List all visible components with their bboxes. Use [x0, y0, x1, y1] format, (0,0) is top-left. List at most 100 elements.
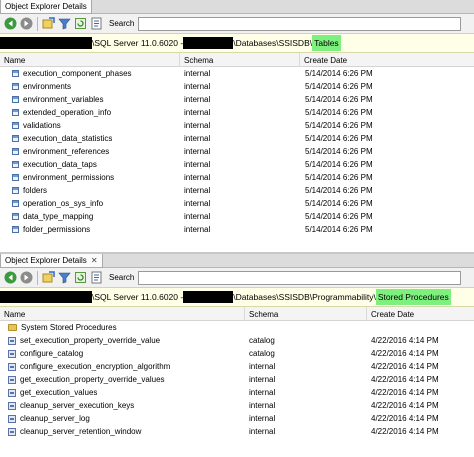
row-create-date: 4/22/2016 4:14 PM	[371, 349, 439, 358]
path-server-text: \SQL Server 11.0.6020 -	[92, 38, 184, 48]
row-create-date: 4/22/2016 4:14 PM	[371, 388, 439, 397]
row-schema: internal	[249, 388, 276, 397]
table-row[interactable]: cleanup_server_log internal 4/22/2016 4:14…	[0, 412, 474, 425]
column-header-schema[interactable]: Schema	[180, 53, 300, 67]
table-row[interactable]: validations internal 5/14/2014 6:26 PM	[0, 119, 474, 132]
column-header-name[interactable]: Name	[0, 307, 245, 321]
table-icon	[12, 148, 19, 155]
path-segment-text: \Databases\SSISDB\	[233, 38, 313, 48]
row-name: execution_data_taps	[23, 160, 97, 169]
tab-object-explorer-details[interactable]: Object Explorer Details	[0, 0, 92, 14]
row-schema: internal	[249, 375, 276, 384]
stored-procedure-icon	[8, 388, 16, 397]
folder-row-system-stored-procedures[interactable]: System Stored Procedures	[0, 321, 474, 334]
object-explorer-details-panel-tables: Object Explorer Details Search \SQL Serv…	[0, 0, 474, 250]
row-schema: internal	[249, 362, 276, 371]
forward-button[interactable]	[19, 270, 34, 285]
table-icon	[12, 135, 19, 142]
table-row[interactable]: execution_data_taps internal 5/14/2014 6:2…	[0, 158, 474, 171]
row-name: cleanup_server_execution_keys	[20, 401, 135, 410]
table-row[interactable]: execution_component_phases internal 5/14/2…	[0, 67, 474, 80]
table-row[interactable]: environment_permissions internal 5/14/2014…	[0, 171, 474, 184]
table-row[interactable]: folders internal 5/14/2014 6:26 PM	[0, 184, 474, 197]
table-row[interactable]: cleanup_server_retention_window internal 4…	[0, 425, 474, 438]
table-row[interactable]: folder_permissions internal 5/14/2014 6:26…	[0, 223, 474, 236]
filter-button[interactable]	[57, 16, 72, 31]
row-schema: internal	[184, 212, 211, 221]
row-name: data_type_mapping	[23, 212, 94, 221]
stored-procedure-icon	[8, 401, 16, 410]
back-button[interactable]	[3, 16, 18, 31]
row-create-date: 5/14/2014 6:26 PM	[305, 95, 373, 104]
stored-procedure-icon	[8, 427, 16, 436]
script-button[interactable]	[89, 16, 104, 31]
row-name: configure_catalog	[20, 349, 84, 358]
row-create-date: 5/14/2014 6:26 PM	[305, 134, 373, 143]
path-highlight-tables: Tables	[312, 35, 341, 51]
path-server-text: \SQL Server 11.0.6020 -	[92, 292, 184, 302]
column-header-name[interactable]: Name	[0, 53, 180, 67]
table-row[interactable]: configure_catalog catalog 4/22/2016 4:14 P…	[0, 347, 474, 360]
table-row[interactable]: get_execution_values internal 4/22/2016 4:…	[0, 386, 474, 399]
script-icon	[91, 17, 102, 30]
sync-icon	[42, 17, 55, 29]
sync-button[interactable]	[41, 16, 56, 31]
refresh-icon	[75, 18, 86, 29]
tab-object-explorer-details[interactable]: Object Explorer Details ✕	[0, 254, 103, 268]
row-create-date: 5/14/2014 6:26 PM	[305, 121, 373, 130]
row-create-date: 5/14/2014 6:26 PM	[305, 173, 373, 182]
table-row[interactable]: get_execution_property_override_values in…	[0, 373, 474, 386]
table-row[interactable]: cleanup_server_execution_keys internal 4/2…	[0, 399, 474, 412]
row-name: environment_references	[23, 147, 110, 156]
tab-strip: Object Explorer Details ✕	[0, 254, 474, 268]
tab-label: Object Explorer Details	[5, 2, 87, 11]
row-schema: internal	[184, 225, 211, 234]
search-input[interactable]	[138, 16, 462, 31]
forward-button[interactable]	[19, 16, 34, 31]
row-name: environments	[23, 82, 72, 91]
column-header-schema[interactable]: Schema	[245, 307, 367, 321]
column-header-create-date[interactable]: Create Date	[367, 307, 474, 321]
table-row[interactable]: extended_operation_info internal 5/14/2014…	[0, 106, 474, 119]
search-input[interactable]	[138, 270, 462, 285]
filter-icon	[58, 272, 71, 284]
row-schema: internal	[249, 401, 276, 410]
refresh-button[interactable]	[73, 16, 88, 31]
refresh-button[interactable]	[73, 270, 88, 285]
table-row[interactable]: execution_data_statistics internal 5/14/20…	[0, 132, 474, 145]
table-row[interactable]: configure_execution_encryption_algorithm…	[0, 360, 474, 373]
grid-header: Name Schema Create Date	[0, 53, 474, 67]
stored-procedure-icon	[8, 349, 16, 358]
script-icon	[91, 271, 102, 284]
row-create-date: 5/14/2014 6:26 PM	[305, 199, 373, 208]
row-name: environment_permissions	[23, 173, 115, 182]
back-button[interactable]	[3, 270, 18, 285]
forward-arrow-icon	[20, 271, 33, 284]
row-create-date: 5/14/2014 6:26 PM	[305, 147, 373, 156]
table-row[interactable]: set_execution_property_override_value cat…	[0, 334, 474, 347]
search-label: Search	[109, 273, 135, 282]
folder-label: System Stored Procedures	[21, 323, 117, 332]
row-name: folder_permissions	[23, 225, 91, 234]
row-name: get_execution_values	[20, 388, 98, 397]
row-schema: internal	[184, 134, 211, 143]
table-row[interactable]: data_type_mapping internal 5/14/2014 6:26 …	[0, 210, 474, 223]
close-icon[interactable]: ✕	[91, 256, 98, 265]
row-create-date: 5/14/2014 6:26 PM	[305, 186, 373, 195]
column-header-create-date[interactable]: Create Date	[300, 53, 474, 67]
table-icon	[12, 122, 19, 129]
toolbar-separator	[37, 16, 38, 31]
table-row[interactable]: environments internal 5/14/2014 6:26 PM	[0, 80, 474, 93]
sync-button[interactable]	[41, 270, 56, 285]
row-create-date: 5/14/2014 6:26 PM	[305, 69, 373, 78]
row-schema: catalog	[249, 349, 275, 358]
back-arrow-icon	[4, 271, 17, 284]
row-schema: internal	[184, 121, 211, 130]
table-row[interactable]: environment_references internal 5/14/2014 …	[0, 145, 474, 158]
filter-button[interactable]	[57, 270, 72, 285]
script-button[interactable]	[89, 270, 104, 285]
tab-label: Object Explorer Details	[5, 256, 87, 265]
table-row[interactable]: environment_variables internal 5/14/2014 6…	[0, 93, 474, 106]
table-row[interactable]: operation_os_sys_info internal 5/14/2014 6…	[0, 197, 474, 210]
row-name: environment_variables	[23, 95, 104, 104]
